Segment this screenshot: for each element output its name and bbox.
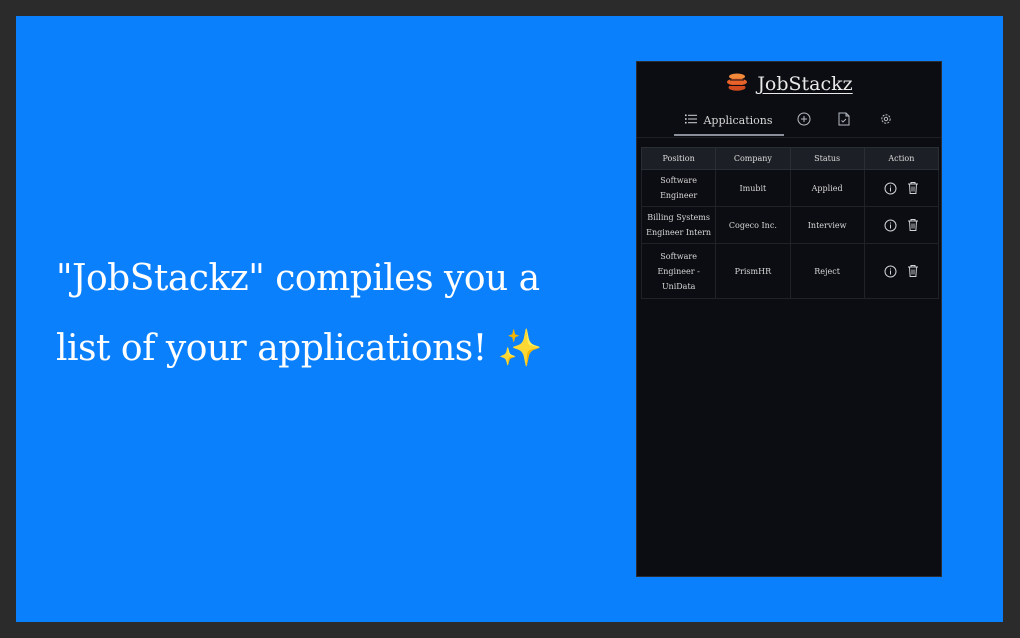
- headline-line-2-text: list of your applications!: [56, 328, 498, 369]
- cell-status: Applied: [789, 169, 865, 207]
- cell-status: Reject: [789, 243, 865, 299]
- promo-background: "JobStackz" compiles you a list of your …: [16, 16, 1003, 622]
- tab-applications[interactable]: Applications: [674, 106, 784, 136]
- table-header-row: Position Company Status Action: [640, 147, 940, 170]
- sparkle-icon: ✨: [497, 328, 543, 369]
- table-row: Software Engineer Imubit Applied: [640, 169, 940, 207]
- cell-action: [863, 169, 940, 207]
- info-icon[interactable]: [884, 265, 897, 278]
- tab-documents[interactable]: [832, 106, 856, 134]
- table-row: Billing Systems Engineer Intern Cogeco I…: [640, 206, 940, 244]
- cell-status: Interview: [789, 206, 865, 244]
- applications-table: Position Company Status Action Software …: [640, 147, 940, 299]
- extension-popup: JobStackz Applications Position Company …: [636, 61, 942, 577]
- cell-company: PrismHR: [715, 243, 791, 299]
- info-icon[interactable]: [884, 219, 897, 232]
- cell-action: [863, 243, 940, 299]
- info-icon[interactable]: [884, 182, 897, 195]
- table-row: Software Engineer - UniData PrismHR Reje…: [640, 243, 940, 299]
- promo-headline: "JobStackz" compiles you a list of your …: [56, 244, 616, 384]
- list-icon: [685, 114, 698, 127]
- cell-company: Cogeco Inc.: [715, 206, 791, 244]
- column-header-action: Action: [863, 147, 940, 170]
- tab-divider: [637, 137, 941, 138]
- brand-name: JobStackz: [757, 73, 853, 95]
- cell-position: Software Engineer: [640, 169, 717, 207]
- tab-settings[interactable]: [874, 106, 898, 134]
- cell-position: Software Engineer - UniData: [640, 243, 717, 299]
- trash-icon[interactable]: [907, 218, 919, 232]
- trash-icon[interactable]: [907, 181, 919, 195]
- gear-icon: [879, 112, 893, 129]
- document-icon: [838, 112, 850, 129]
- cell-position: Billing Systems Engineer Intern: [640, 206, 717, 244]
- column-header-status[interactable]: Status: [789, 147, 865, 170]
- headline-line-2: list of your applications! ✨: [56, 314, 616, 384]
- cell-action: [863, 206, 940, 244]
- tab-add-application[interactable]: [792, 106, 816, 134]
- trash-icon[interactable]: [907, 264, 919, 278]
- tab-applications-label: Applications: [703, 113, 773, 127]
- brand-header: JobStackz: [637, 70, 941, 98]
- column-header-company[interactable]: Company: [715, 147, 791, 170]
- plus-circle-icon: [797, 112, 811, 129]
- stack-logo-icon: [725, 70, 749, 98]
- tab-bar: Applications: [637, 106, 941, 136]
- cell-company: Imubit: [715, 169, 791, 207]
- headline-line-1: "JobStackz" compiles you a: [56, 258, 540, 299]
- column-header-position[interactable]: Position: [640, 147, 717, 170]
